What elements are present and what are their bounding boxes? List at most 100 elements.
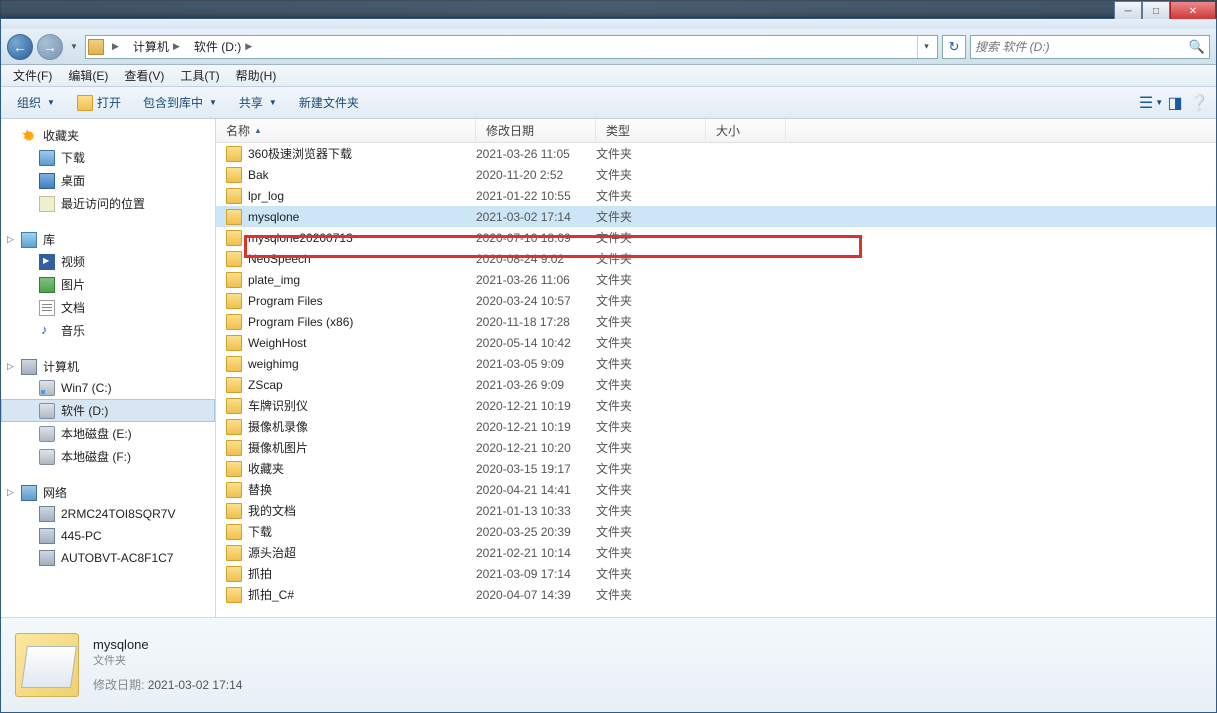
nav-history-dropdown[interactable]: ▼ bbox=[67, 34, 81, 60]
file-name: Program Files bbox=[248, 294, 323, 308]
file-name: mysqlone20200713 bbox=[248, 231, 353, 245]
file-row[interactable]: ZScap2021-03-26 9:09文件夹 bbox=[216, 374, 1216, 395]
include-label: 包含到库中 bbox=[143, 94, 203, 111]
navigation-sidebar[interactable]: 收藏夹 下载桌面最近访问的位置 ▷ 库 视频图片文档音乐 ▷ 计算机 Win7 bbox=[1, 119, 216, 617]
file-row[interactable]: 摄像机录像2020-12-21 10:19文件夹 bbox=[216, 416, 1216, 437]
file-row[interactable]: 下载2020-03-25 20:39文件夹 bbox=[216, 521, 1216, 542]
sidebar-item-label: 本地磁盘 (F:) bbox=[61, 448, 131, 465]
file-type: 文件夹 bbox=[596, 334, 706, 351]
sidebar-item-library[interactable]: 视频 bbox=[1, 250, 215, 273]
expand-icon[interactable]: ▷ bbox=[7, 361, 14, 372]
file-date: 2020-03-24 10:57 bbox=[476, 294, 596, 308]
menu-help[interactable]: 帮助(H) bbox=[228, 65, 285, 86]
file-row[interactable]: Bak2020-11-20 2:52文件夹 bbox=[216, 164, 1216, 185]
breadcrumb-computer[interactable]: 计算机▶ bbox=[127, 36, 186, 57]
sidebar-item-favorite[interactable]: 桌面 bbox=[1, 169, 215, 192]
sidebar-item-drive[interactable]: Win7 (C:) bbox=[1, 377, 215, 399]
expand-icon[interactable]: ▷ bbox=[7, 487, 14, 498]
sidebar-item-network-pc[interactable]: 445-PC bbox=[1, 525, 215, 547]
sidebar-head-libraries[interactable]: ▷ 库 bbox=[1, 229, 215, 250]
new-folder-button[interactable]: 新建文件夹 bbox=[291, 90, 367, 115]
file-row[interactable]: 收藏夹2020-03-15 19:17文件夹 bbox=[216, 458, 1216, 479]
file-row[interactable]: Program Files (x86)2020-11-18 17:28文件夹 bbox=[216, 311, 1216, 332]
file-date: 2020-11-20 2:52 bbox=[476, 168, 596, 182]
refresh-button[interactable]: ↻ bbox=[942, 35, 966, 59]
minimize-button[interactable]: ─ bbox=[1114, 1, 1142, 21]
maximize-button[interactable]: □ bbox=[1142, 1, 1170, 21]
sidebar-item-favorite[interactable]: 下载 bbox=[1, 146, 215, 169]
file-row[interactable]: mysqlone202007132020-07-10 18:09文件夹 bbox=[216, 227, 1216, 248]
file-row[interactable]: plate_img2021-03-26 11:06文件夹 bbox=[216, 269, 1216, 290]
file-row[interactable]: 360极速浏览器下载2021-03-26 11:05文件夹 bbox=[216, 143, 1216, 164]
sidebar-head-favorites[interactable]: 收藏夹 bbox=[1, 125, 215, 146]
sidebar-item-drive[interactable]: 本地磁盘 (F:) bbox=[1, 445, 215, 468]
sidebar-item-favorite[interactable]: 最近访问的位置 bbox=[1, 192, 215, 215]
view-options-button[interactable]: ☰▼ bbox=[1142, 94, 1160, 112]
menu-tools[interactable]: 工具(T) bbox=[172, 65, 227, 86]
sidebar-head-network[interactable]: ▷ 网络 bbox=[1, 482, 215, 503]
open-button[interactable]: 打开 bbox=[69, 90, 129, 115]
file-name: 下载 bbox=[248, 523, 272, 540]
organize-button[interactable]: 组织▼ bbox=[9, 90, 63, 115]
file-row[interactable]: 源头治超2021-02-21 10:14文件夹 bbox=[216, 542, 1216, 563]
file-row[interactable]: mysqlone2021-03-02 17:14文件夹 bbox=[216, 206, 1216, 227]
file-date: 2020-04-21 14:41 bbox=[476, 483, 596, 497]
sidebar-item-drive[interactable]: 软件 (D:) bbox=[1, 399, 215, 422]
folder-icon bbox=[226, 146, 242, 162]
column-type[interactable]: 类型 bbox=[596, 119, 706, 143]
sidebar-item-library[interactable]: 图片 bbox=[1, 273, 215, 296]
file-row[interactable]: 摄像机图片2020-12-21 10:20文件夹 bbox=[216, 437, 1216, 458]
folder-icon bbox=[226, 566, 242, 582]
menu-file[interactable]: 文件(F) bbox=[5, 65, 60, 86]
search-icon[interactable]: 🔍 bbox=[1189, 39, 1205, 55]
sidebar-item-library[interactable]: 音乐 bbox=[1, 319, 215, 342]
sidebar-head-computer[interactable]: ▷ 计算机 bbox=[1, 356, 215, 377]
file-type: 文件夹 bbox=[596, 481, 706, 498]
file-row[interactable]: WeighHost2020-05-14 10:42文件夹 bbox=[216, 332, 1216, 353]
sidebar-item-label: 文档 bbox=[61, 299, 85, 316]
file-row[interactable]: weighimg2021-03-05 9:09文件夹 bbox=[216, 353, 1216, 374]
file-row[interactable]: Program Files2020-03-24 10:57文件夹 bbox=[216, 290, 1216, 311]
close-button[interactable]: ✕ bbox=[1170, 1, 1216, 21]
file-row[interactable]: lpr_log2021-01-22 10:55文件夹 bbox=[216, 185, 1216, 206]
column-size[interactable]: 大小 bbox=[706, 119, 786, 143]
file-name: 替换 bbox=[248, 481, 272, 498]
breadcrumb-sep-root[interactable]: ▶ bbox=[106, 39, 125, 54]
sidebar-item-label: 最近访问的位置 bbox=[61, 195, 145, 212]
search-input[interactable] bbox=[975, 40, 1189, 54]
sidebar-item-drive[interactable]: 本地磁盘 (E:) bbox=[1, 422, 215, 445]
pic-icon bbox=[39, 277, 55, 293]
expand-icon[interactable]: ▷ bbox=[7, 234, 14, 245]
search-box[interactable]: 🔍 bbox=[970, 35, 1210, 59]
title-bar[interactable] bbox=[1, 19, 1216, 29]
file-date: 2021-03-26 11:05 bbox=[476, 147, 596, 161]
file-date: 2020-07-10 18:09 bbox=[476, 231, 596, 245]
column-date[interactable]: 修改日期 bbox=[476, 119, 596, 143]
file-row[interactable]: 抓拍_C#2020-04-07 14:39文件夹 bbox=[216, 584, 1216, 605]
netpc-icon bbox=[39, 528, 55, 544]
file-row[interactable]: 抓拍2021-03-09 17:14文件夹 bbox=[216, 563, 1216, 584]
breadcrumb-drive-d[interactable]: 软件 (D:)▶ bbox=[188, 36, 258, 57]
address-bar[interactable]: ▶ 计算机▶ 软件 (D:)▶ ▾ bbox=[85, 35, 938, 59]
preview-pane-button[interactable]: ◨ bbox=[1166, 94, 1184, 112]
sidebar-item-network-pc[interactable]: 2RMC24TOI8SQR7V bbox=[1, 503, 215, 525]
file-rows[interactable]: 360极速浏览器下载2021-03-26 11:05文件夹Bak2020-11-… bbox=[216, 143, 1216, 617]
file-row[interactable]: 车牌识别仪2020-12-21 10:19文件夹 bbox=[216, 395, 1216, 416]
address-dropdown[interactable]: ▾ bbox=[917, 36, 935, 58]
sidebar-item-network-pc[interactable]: AUTOBVT-AC8F1C7 bbox=[1, 547, 215, 569]
file-row[interactable]: NeoSpeech2020-08-24 9:02文件夹 bbox=[216, 248, 1216, 269]
include-in-library-button[interactable]: 包含到库中▼ bbox=[135, 90, 225, 115]
file-type: 文件夹 bbox=[596, 166, 706, 183]
column-name[interactable]: 名称▲ bbox=[216, 119, 476, 143]
file-date: 2021-03-05 9:09 bbox=[476, 357, 596, 371]
file-row[interactable]: 我的文档2021-01-13 10:33文件夹 bbox=[216, 500, 1216, 521]
share-button[interactable]: 共享▼ bbox=[231, 90, 285, 115]
back-button[interactable]: ← bbox=[7, 34, 33, 60]
menu-edit[interactable]: 编辑(E) bbox=[60, 65, 116, 86]
file-row[interactable]: 替换 2020-04-21 14:41文件夹 bbox=[216, 479, 1216, 500]
sidebar-item-library[interactable]: 文档 bbox=[1, 296, 215, 319]
folder-icon bbox=[226, 398, 242, 414]
help-button[interactable]: ❔ bbox=[1190, 94, 1208, 112]
menu-view[interactable]: 查看(V) bbox=[116, 65, 172, 86]
forward-button[interactable]: → bbox=[37, 34, 63, 60]
